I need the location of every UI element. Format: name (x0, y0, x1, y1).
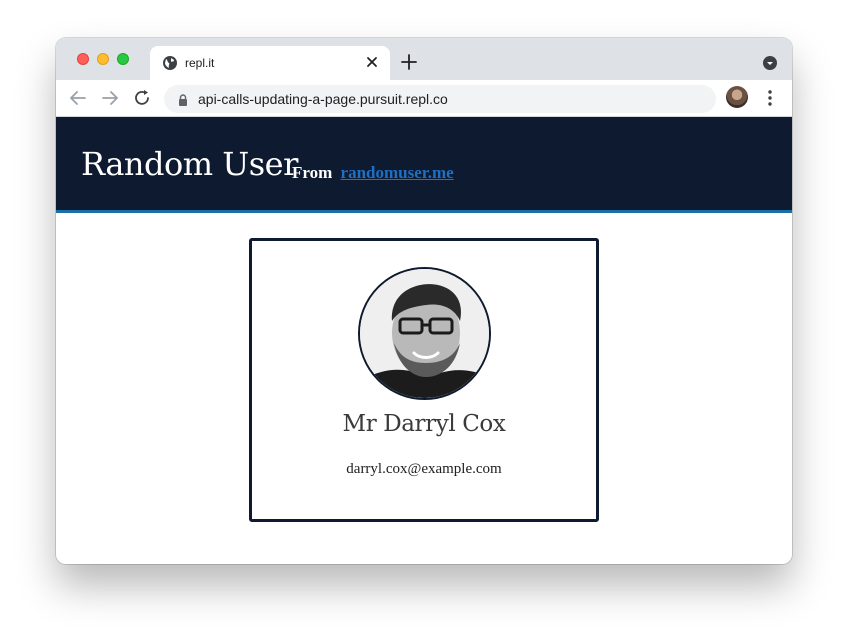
close-icon[interactable] (364, 54, 380, 70)
url-text[interactable]: api-calls-updating-a-page.pursuit.repl.c… (198, 91, 448, 107)
profile-avatar[interactable] (726, 86, 748, 108)
address-bar[interactable]: api-calls-updating-a-page.pursuit.repl.c… (164, 85, 716, 113)
plus-icon[interactable] (400, 53, 418, 71)
lock-icon[interactable] (178, 93, 188, 106)
globe-icon (162, 55, 178, 71)
page-content: Random User From randomuser.me Mr Darryl… (56, 117, 792, 564)
window-minimize-button[interactable] (97, 53, 109, 65)
subtitle-prefix: From (292, 163, 333, 182)
window-maximize-button[interactable] (117, 53, 129, 65)
kebab-menu-icon[interactable] (764, 89, 776, 107)
tab-title: repl.it (185, 56, 215, 70)
page-title: Random User (81, 145, 298, 183)
window-close-button[interactable] (77, 53, 89, 65)
tab-strip: repl.it (56, 38, 792, 80)
user-email: darryl.cox@example.com (346, 461, 502, 477)
forward-arrow-icon[interactable] (100, 88, 120, 108)
page-subtitle: From randomuser.me (292, 163, 454, 183)
browser-tab-active[interactable]: repl.it (150, 46, 390, 80)
browser-toolbar: api-calls-updating-a-page.pursuit.repl.c… (56, 80, 792, 117)
user-card: Mr Darryl Cox darryl.cox@example.com (249, 238, 599, 522)
randomuser-link[interactable]: randomuser.me (341, 163, 454, 182)
tab-search-icon[interactable] (763, 56, 777, 70)
reload-icon[interactable] (132, 88, 152, 108)
user-avatar (358, 267, 491, 400)
back-arrow-icon[interactable] (68, 88, 88, 108)
user-name: Mr Darryl Cox (342, 411, 506, 437)
browser-window: repl.it api-calls-updating-a-page.pursui… (56, 38, 792, 564)
site-header: Random User From randomuser.me (56, 117, 792, 213)
